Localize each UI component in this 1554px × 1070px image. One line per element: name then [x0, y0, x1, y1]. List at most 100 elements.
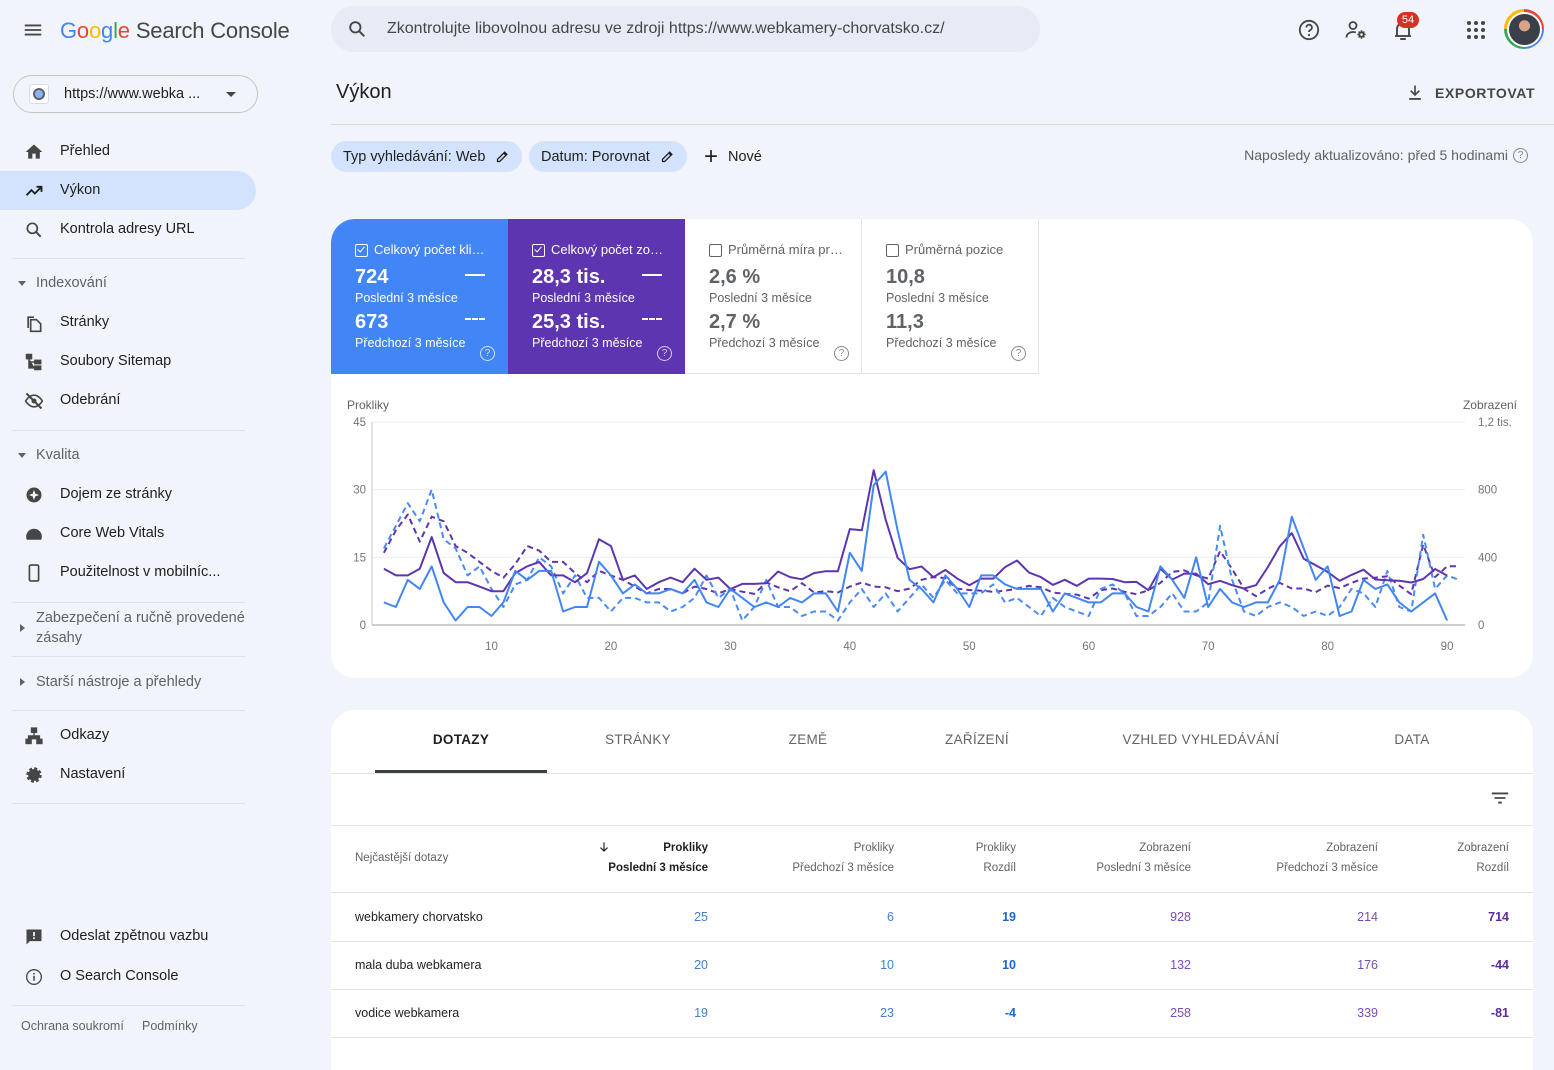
- column-header-impressions-difference[interactable]: Zobrazení Rozdíl: [1378, 826, 1509, 892]
- sidebar-item-pages[interactable]: Stránky: [0, 303, 256, 342]
- tab-dates[interactable]: DATA: [1394, 732, 1429, 747]
- sidebar-item-sitemaps[interactable]: Soubory Sitemap: [0, 342, 256, 381]
- sidebar-item-feedback[interactable]: Odeslat zpětnou vazbu: [0, 917, 256, 956]
- row-divider: [331, 1037, 1533, 1038]
- y-right-tick-label: 800: [1478, 485, 1497, 497]
- sidebar-item-links[interactable]: Odkazy: [0, 716, 256, 755]
- search-icon: [347, 19, 367, 44]
- property-selector[interactable]: https://www.webka ...: [13, 75, 258, 113]
- google-wordmark: Google: [60, 18, 130, 43]
- main-menu-button[interactable]: [22, 19, 44, 41]
- metric-current-period: Poslední 3 měsíce: [709, 291, 812, 305]
- sidebar-item-overview[interactable]: Přehled: [0, 132, 256, 171]
- dashed-line-legend-icon: [465, 318, 485, 320]
- product-logo[interactable]: Google Search Console: [60, 16, 290, 46]
- sidebar-item-label: Odkazy: [60, 727, 110, 743]
- url-inspection-search[interactable]: [331, 6, 1040, 52]
- add-filter-label: Nové: [728, 148, 762, 165]
- sidebar-section-security[interactable]: Zabezpečení a ručně provedené zásahy: [0, 608, 256, 650]
- section-title: Starší nástroje a přehledy: [36, 674, 202, 690]
- column-header-sublabel: Rozdíl: [1476, 862, 1509, 874]
- impressions-current-cell: 132: [1170, 958, 1191, 972]
- filter-chip-search-type[interactable]: Typ vyhledávání: Web: [331, 141, 523, 172]
- sidebar-item-performance[interactable]: Výkon: [0, 171, 256, 210]
- metric-label: Celkový počet zo…: [551, 242, 663, 257]
- metric-label: Celkový počet kli…: [374, 242, 485, 257]
- column-header-impressions-previous[interactable]: Zobrazení Předchozí 3 měsíce: [1191, 826, 1378, 892]
- table-row[interactable]: vodice webkamera 19 23 -4 258 339 -81: [331, 989, 1533, 1037]
- admin-settings-button[interactable]: [1343, 17, 1369, 43]
- query-cell: mala duba webkamera: [355, 958, 482, 972]
- tab-devices[interactable]: ZAŘÍZENÍ: [945, 732, 1009, 747]
- y-left-tick-label: 30: [353, 485, 366, 497]
- column-header-sublabel: Poslední 3 měsíce: [608, 862, 708, 874]
- filter-chip-date[interactable]: Datum: Porovnat: [529, 141, 687, 172]
- impressions-previous-cell: 214: [1357, 910, 1378, 924]
- column-header-label: Zobrazení: [1139, 842, 1191, 854]
- column-header-top-queries[interactable]: Nejčastější dotazy: [355, 826, 581, 892]
- privacy-link[interactable]: Ochrana soukromí: [21, 1019, 124, 1033]
- sidebar-section-legacy[interactable]: Starší nástroje a přehledy: [0, 672, 256, 694]
- help-icon[interactable]: ?: [480, 346, 495, 361]
- solid-line-legend-icon: [642, 274, 662, 276]
- checkbox-checked-icon[interactable]: [532, 244, 545, 257]
- checkbox-checked-icon[interactable]: [355, 244, 368, 257]
- column-header-clicks-current[interactable]: Prokliky Poslední 3 měsíce: [581, 826, 708, 892]
- table-row[interactable]: webkamery chorvatsko 25 6 19 928 214 714: [331, 893, 1533, 941]
- apps-button[interactable]: [1463, 17, 1489, 43]
- sidebar-item-settings[interactable]: Nastavení: [0, 755, 256, 794]
- terms-link[interactable]: Podmínky: [142, 1019, 198, 1033]
- tab-pages[interactable]: STRÁNKY: [605, 732, 671, 747]
- help-icon[interactable]: ?: [1513, 148, 1528, 163]
- sidebar-item-label: Stránky: [60, 314, 110, 330]
- help-button[interactable]: [1296, 17, 1322, 43]
- table-row[interactable]: mala duba webkamera 20 10 10 132 176 -44: [331, 941, 1533, 989]
- dashed-line-legend-icon: [642, 318, 662, 320]
- metric-tile-total-clicks[interactable]: Celkový počet kli… 724 Poslední 3 měsíce…: [331, 219, 508, 374]
- sidebar-item-label: Soubory Sitemap: [60, 353, 172, 369]
- apps-grid-icon: [1467, 21, 1485, 39]
- sidebar-divider: [12, 803, 245, 804]
- column-header-sublabel: Předchozí 3 měsíce: [1276, 862, 1378, 874]
- metric-previous-value: 11,3: [886, 311, 924, 333]
- url-inspection-input[interactable]: [387, 6, 1027, 52]
- sidebar-section-quality[interactable]: Kvalita: [0, 445, 256, 467]
- column-header-impressions-current[interactable]: Zobrazení Poslední 3 měsíce: [1016, 826, 1191, 892]
- sidebar-item-mobile-usability[interactable]: Použitelnost v mobilníc...: [0, 553, 256, 592]
- sidebar-item-url-inspection[interactable]: Kontrola adresy URL: [0, 210, 256, 249]
- performance-line-chart[interactable]: Prokliky Zobrazení 0 15 30 45 0 400 800 1,2 tis…: [331, 374, 1533, 678]
- help-icon[interactable]: ?: [657, 346, 672, 361]
- column-header-clicks-previous[interactable]: Prokliky Předchozí 3 měsíce: [708, 826, 894, 892]
- tabs-divider: [331, 773, 1533, 774]
- table-filter-button[interactable]: [1489, 787, 1511, 809]
- sidebar-item-core-web-vitals[interactable]: Core Web Vitals: [0, 514, 256, 553]
- tab-search-appearance[interactable]: VZHLED VYHLEDÁVÁNÍ: [1123, 732, 1280, 747]
- tab-countries[interactable]: ZEMĚ: [789, 732, 828, 747]
- column-header-clicks-difference[interactable]: Prokliky Rozdíl: [894, 826, 1016, 892]
- sidebar-item-about[interactable]: O Search Console: [0, 957, 256, 996]
- account-avatar[interactable]: [1504, 9, 1544, 49]
- clicks-difference-cell: 10: [1002, 958, 1016, 972]
- checkbox-unchecked-icon[interactable]: [709, 244, 722, 257]
- x-tick-label: 90: [1441, 641, 1454, 653]
- header-divider: [331, 124, 1554, 125]
- metric-tile-average-position[interactable]: Průměrná pozice 10,8 Poslední 3 měsíce 1…: [862, 219, 1039, 374]
- tab-queries[interactable]: DOTAZY: [433, 732, 489, 747]
- export-label: EXPORTOVAT: [1435, 85, 1536, 101]
- export-button[interactable]: EXPORTOVAT: [1405, 80, 1535, 106]
- sidebar-section-indexing[interactable]: Indexování: [0, 273, 256, 295]
- help-icon[interactable]: ?: [834, 346, 849, 361]
- metric-current-value: 10,8: [886, 266, 925, 288]
- sidebar-item-page-experience[interactable]: Dojem ze stránky: [0, 475, 256, 514]
- help-icon[interactable]: ?: [1011, 346, 1026, 361]
- checkbox-unchecked-icon[interactable]: [886, 244, 899, 257]
- y-right-tick-label: 1,2 tis.: [1478, 417, 1512, 429]
- add-filter-button[interactable]: + Nové: [704, 141, 762, 172]
- metric-tile-total-impressions[interactable]: Celkový počet zo… 28,3 tis. Poslední 3 m…: [508, 219, 685, 374]
- metric-tile-average-ctr[interactable]: Průměrná míra pr… 2,6 % Poslední 3 měsíc…: [685, 219, 862, 374]
- y-left-tick-label: 0: [360, 620, 366, 632]
- sitemap-icon: [24, 352, 44, 372]
- property-label: https://www.webka ...: [64, 86, 201, 102]
- x-tick-label: 60: [1082, 641, 1095, 653]
- sidebar-item-removals[interactable]: Odebrání: [0, 381, 256, 420]
